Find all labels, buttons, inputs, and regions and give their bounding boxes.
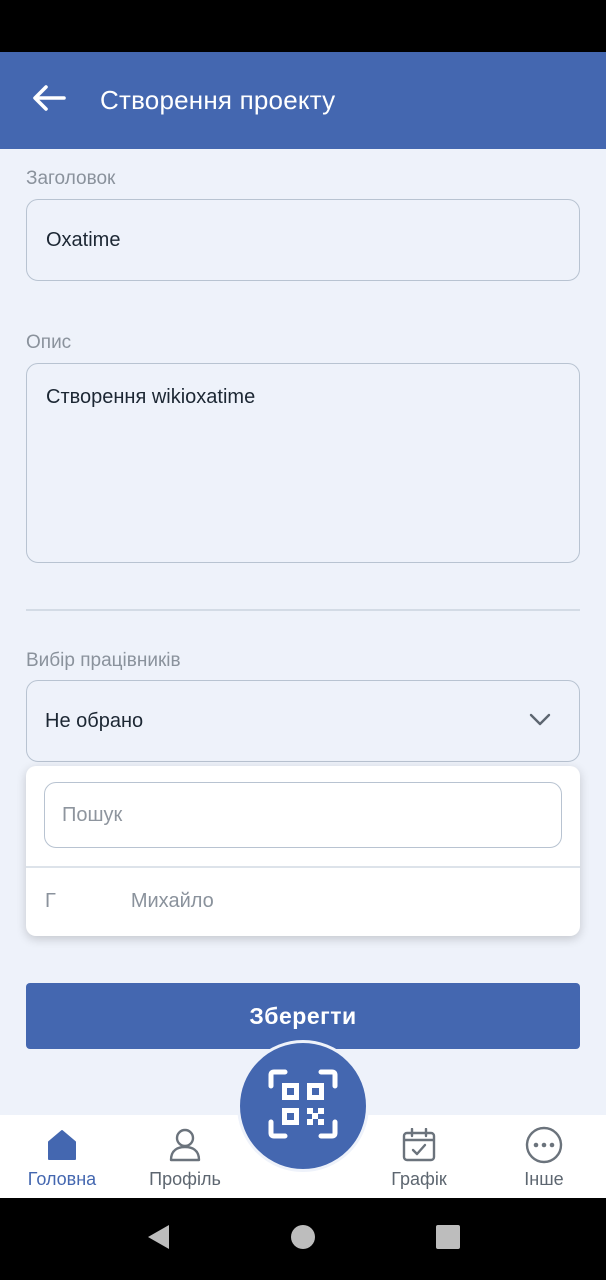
project-form: Заголовок Oxatime Опис Створення wikioxa… [0,149,606,1115]
page-title: Створення проекту [100,85,336,115]
calendar-icon [402,1127,436,1163]
more-icon [525,1126,563,1164]
description-value: Створення wikioxatime [46,386,256,408]
system-home-button[interactable] [283,1220,323,1258]
app-bar: Створення проекту [0,52,606,149]
title-value: Oxatime [46,228,121,251]
employees-dropdown: Г Михайло [26,766,580,936]
chevron-down-icon [529,710,551,733]
triangle-back-icon [145,1223,171,1256]
status-bar [0,0,606,52]
employee-initial: Г [45,890,56,912]
nav-home[interactable]: Головна [7,1115,117,1198]
description-field[interactable]: Створення wikioxatime [26,363,580,563]
qr-code-icon [268,1069,338,1144]
back-button[interactable] [18,70,80,132]
arrow-left-icon [32,85,66,116]
description-label: Опис [26,332,72,353]
nav-home-label: Головна [27,1169,97,1189]
employee-option[interactable]: Г Михайло [26,867,580,936]
employees-select[interactable]: Не обрано [26,680,580,762]
system-back-button[interactable] [138,1220,178,1258]
circle-home-icon [290,1224,316,1255]
nav-schedule-label: Графік [391,1169,447,1189]
square-recents-icon [435,1224,461,1255]
title-field[interactable]: Oxatime [26,199,580,281]
nav-more[interactable]: Інше [489,1115,599,1198]
employees-label: Вибір працівників [26,650,181,671]
search-input[interactable] [44,782,562,848]
nav-profile[interactable]: Профіль [130,1115,240,1198]
system-navigation-bar [0,1198,606,1280]
employees-selected-value: Не обрано [45,709,144,732]
user-icon [169,1127,201,1163]
nav-more-label: Інше [524,1169,564,1189]
divider [26,609,580,611]
home-icon [47,1127,77,1163]
nav-schedule[interactable]: Графік [364,1115,474,1198]
nav-profile-label: Профіль [149,1169,221,1189]
title-label: Заголовок [26,168,116,189]
system-recents-button[interactable] [428,1220,468,1258]
employee-name: Михайло [130,890,214,912]
qr-scan-button[interactable] [237,1040,369,1172]
